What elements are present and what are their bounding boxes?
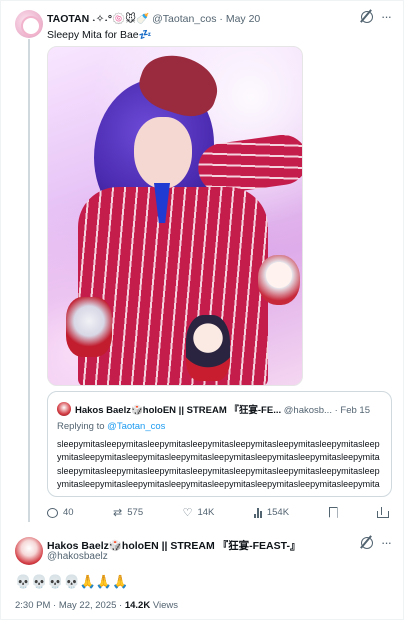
tweet-text: Sleepy Mita for Bae💤 (47, 29, 152, 41)
repost-count: 575 (127, 507, 144, 518)
reply-metadata: 2:30 PM · May 22, 2025 · 14.2K Views (15, 600, 178, 611)
replying-to-mention[interactable]: @Taotan_cos (107, 421, 165, 432)
bookmark-button[interactable] (328, 507, 338, 518)
quoted-author-name: Hakos Baelz🎲holoEN || STREAM 『狂宴-FE... (75, 405, 282, 416)
tweet-media-photo[interactable] (47, 46, 303, 386)
photo-striped-shirt (78, 187, 268, 385)
quoted-author-avatar (57, 402, 71, 416)
thread-connector-line (28, 39, 30, 522)
tweet-header-actions: ··· (361, 10, 392, 23)
views-count: 154K (266, 507, 290, 518)
more-icon[interactable]: ··· (381, 536, 392, 549)
repost-button[interactable]: ⇄ 575 (113, 506, 143, 519)
share-icon (376, 507, 389, 518)
quoted-tweet-card[interactable]: Hakos Baelz🎲holoEN || STREAM 『狂宴-FE... @… (47, 391, 392, 497)
heart-icon: ♡ (182, 507, 193, 519)
reply-timestamp[interactable]: 2:30 PM · May 22, 2025 · (15, 600, 122, 611)
like-button[interactable]: ♡ 14K (183, 506, 215, 519)
share-button[interactable] (376, 507, 389, 518)
tweet-header: TAOTAN ˖✧˖°🍥🐭🍼 @Taotan_cos · May 20 (47, 12, 367, 28)
repost-icon: ⇄ (113, 507, 123, 519)
photo-plush-left (66, 297, 112, 357)
photo-face-shape (134, 117, 192, 189)
views-button[interactable]: 154K (253, 507, 290, 518)
reply-views-label: Views (152, 600, 179, 611)
grok-icon[interactable] (361, 537, 373, 549)
views-icon (253, 507, 262, 518)
tweet-thread: TAOTAN ˖✧˖°🍥🐭🍼 @Taotan_cos · May 20 ··· … (0, 0, 404, 620)
quoted-date: Feb 15 (340, 405, 370, 416)
reply-button[interactable]: 40 (47, 507, 74, 518)
more-icon[interactable]: ··· (381, 10, 392, 23)
quoted-tweet-header: Hakos Baelz🎲holoEN || STREAM 『狂宴-FE... @… (75, 402, 383, 416)
header-separator: · (219, 13, 223, 25)
author-handle[interactable]: @Taotan_cos (152, 13, 216, 25)
reply-author-avatar[interactable] (15, 537, 43, 565)
reply-count: 40 (63, 507, 74, 518)
photo-plush-center (186, 315, 230, 381)
quoted-tweet-text: sleepymitasleepymitasleepymitasleepymita… (57, 439, 380, 494)
like-count: 14K (197, 507, 215, 518)
bookmark-icon (328, 507, 338, 518)
quoted-replying-to: Replying to @Taotan_cos (57, 421, 165, 432)
replying-to-label: Replying to (57, 421, 108, 432)
reply-text: 💀💀💀💀🙏🙏🙏 (15, 574, 129, 589)
reply-icon (47, 507, 58, 518)
grok-icon[interactable] (361, 11, 373, 23)
author-name[interactable]: TAOTAN ˖✧˖°🍥🐭🍼 (47, 13, 149, 25)
tweet-action-bar: 40 ⇄ 575 ♡ 14K 154K (47, 506, 389, 519)
photo-plush-right (258, 255, 300, 305)
quoted-author-handle: @hakosb... (283, 405, 332, 416)
reply-author-handle[interactable]: @hakosbaelz (47, 551, 108, 562)
reply-header-actions: ··· (361, 536, 392, 549)
author-avatar[interactable] (15, 10, 43, 38)
reply-views-count: 14.2K (124, 600, 151, 611)
tweet-date[interactable]: May 20 (226, 13, 260, 25)
quoted-separator: · (334, 405, 338, 416)
